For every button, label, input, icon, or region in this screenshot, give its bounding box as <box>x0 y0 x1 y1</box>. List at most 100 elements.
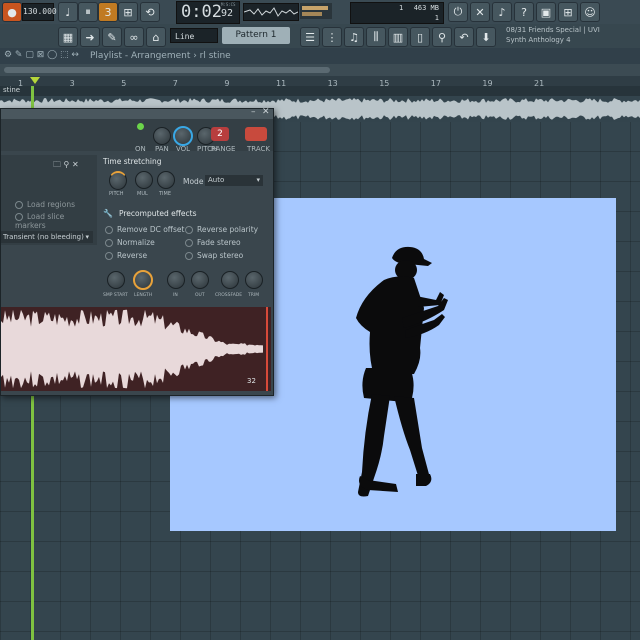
stretch-pitch-knob[interactable] <box>109 171 127 190</box>
normalize-checkbox[interactable]: Normalize <box>105 238 155 247</box>
pianoroll-icon: ♫ <box>349 30 359 44</box>
link-button[interactable]: ∞ <box>124 27 144 47</box>
sample-waveform-icon <box>1 307 268 391</box>
timeline-ruler[interactable]: 1 3 5 7 9 11 13 15 17 19 21 <box>0 64 640 88</box>
pattern-selector[interactable]: Pattern 1 <box>222 27 290 44</box>
stretch-mul-knob[interactable] <box>135 171 153 189</box>
hint-bar: 08/31 Friends Special | UVI Synth Anthol… <box>506 25 600 45</box>
mixer-track-selector[interactable] <box>245 127 267 141</box>
time-unit: M:S:CS <box>221 2 236 7</box>
master-volume-meter[interactable] <box>300 3 332 19</box>
undo-icon: ↶ <box>459 30 469 44</box>
horizontal-scrollbar[interactable] <box>0 64 640 76</box>
piano-icon: ▦ <box>62 30 74 44</box>
volume-knob[interactable] <box>173 126 193 146</box>
stepseq-icon: ⋮ <box>326 30 338 44</box>
pitch-range-value[interactable]: 2 <box>211 127 229 141</box>
step-edit-button[interactable]: ⊞ <box>118 2 138 22</box>
stretch-mode-select[interactable]: Auto ▾ <box>205 175 263 186</box>
track-label: TRACK <box>247 145 270 153</box>
download-button[interactable]: ⬇ <box>476 27 496 47</box>
stretch-time-knob[interactable] <box>157 171 175 189</box>
loop-record-button[interactable]: ⟲ <box>140 2 160 22</box>
remove-dc-offset-checkbox[interactable]: Remove DC offset <box>105 225 184 234</box>
trim-knob[interactable] <box>245 271 263 289</box>
on-led[interactable] <box>137 123 144 130</box>
chat-icon: ☺ <box>584 5 596 19</box>
midi-button[interactable]: ✕ <box>470 2 490 22</box>
time-display: 0:02 92 M:S:CS <box>176 1 240 24</box>
sample-waveform-display[interactable]: 32 <box>1 307 271 391</box>
power-icon: ⏻ <box>453 5 463 18</box>
grid-icon: ⊞ <box>563 5 573 19</box>
pencil-icon: ✎ <box>107 30 117 44</box>
chat-button[interactable]: ☺ <box>580 2 600 22</box>
help-button[interactable]: ? <box>514 2 534 22</box>
loop-icon: ⟲ <box>145 5 155 19</box>
arrow-button[interactable]: ➜ <box>80 27 100 47</box>
in-knob[interactable] <box>167 271 185 289</box>
plug-icon: ✕ <box>475 5 485 19</box>
out-knob[interactable] <box>191 271 209 289</box>
snap-select[interactable]: Line <box>170 28 218 43</box>
playlist-tools-icon[interactable]: ⚙ ✎ ▢ ⊠ ◯ ⬚ ↔ <box>4 50 79 60</box>
metronome-icon: ♩ <box>65 5 71 19</box>
crossfade-knob[interactable] <box>221 271 239 289</box>
save-button[interactable]: ▣ <box>536 2 556 22</box>
pianoroll-button[interactable]: ♫ <box>344 27 364 47</box>
length-knob[interactable] <box>133 270 153 290</box>
ram-readout: 463 MB <box>413 4 439 12</box>
playlist-button[interactable]: ☰ <box>300 27 320 47</box>
mic-icon: ♪ <box>498 5 506 19</box>
close-sample-icon[interactable]: ✕ <box>72 160 79 169</box>
snap-menu-button[interactable]: ▦ <box>58 27 78 47</box>
record-icon: ● <box>7 5 17 19</box>
folder-icon[interactable]: 🗀 <box>53 160 61 169</box>
main-toolbar: ● 130.000 ♩ ⏸ 3 ⊞ ⟲ 0:02 92 M:S:CS 463 M… <box>0 0 640 25</box>
chevron-down-icon: ▾ <box>85 233 89 241</box>
load-regions-checkbox[interactable]: Load regions <box>15 200 75 209</box>
fade-stereo-checkbox[interactable]: Fade stereo <box>185 238 241 247</box>
oscilloscope <box>243 3 299 21</box>
slicing-mode-select[interactable]: Transient (no bleeding) ▾ <box>1 231 93 243</box>
load-slice-markers-checkbox[interactable]: Load slice markers <box>15 212 97 230</box>
arrow-right-icon: ➜ <box>85 30 95 44</box>
stepseq-button[interactable]: ⋮ <box>322 27 342 47</box>
mixer-view-button[interactable]: ⫼ <box>366 27 386 47</box>
song-position-marker-icon[interactable] <box>30 77 40 84</box>
pan-knob[interactable] <box>153 127 171 145</box>
minimize-icon[interactable]: – <box>251 107 256 117</box>
browser-button[interactable]: ▯ <box>410 27 430 47</box>
reverse-polarity-checkbox[interactable]: Reverse polarity <box>185 225 258 234</box>
swap-stereo-checkbox[interactable]: Swap stereo <box>185 251 243 260</box>
mic-button[interactable]: ♪ <box>492 2 512 22</box>
time-stretching-title: Time stretching <box>103 157 162 166</box>
power-button[interactable]: ⏻ <box>448 2 468 22</box>
out-label: OUT <box>195 293 205 298</box>
cpu-ram-panel: 463 MB 1 1 <box>350 2 444 24</box>
time-main: 0:02 <box>181 2 222 22</box>
channel-settings-window[interactable]: – ✕ ON PAN VOL PITCH 2 RANGE TRACK 🗀 ⚲ ✕… <box>0 107 274 396</box>
metronome-button[interactable]: ♩ <box>58 2 78 22</box>
pencil-button[interactable]: ✎ <box>102 27 122 47</box>
stamp-button[interactable]: ⌂ <box>146 27 166 47</box>
close-icon[interactable]: ✕ <box>262 107 270 117</box>
sample-options-pane: 🗀 ⚲ ✕ Load regions Load slice markers Tr… <box>1 155 97 245</box>
record-button[interactable]: ● <box>2 2 22 22</box>
cpu-readout: 1 <box>399 4 404 12</box>
pin-icon[interactable]: ⚲ <box>64 160 70 169</box>
plugin-button[interactable]: ⚲ <box>432 27 452 47</box>
countdown-button[interactable]: 3 <box>98 2 118 22</box>
tempo-display[interactable]: 130.000 <box>22 3 57 21</box>
wait-button[interactable]: ⏸ <box>78 2 98 22</box>
precomputed-effects-section: 🔧 Precomputed effects Remove DC offset N… <box>101 207 271 303</box>
length-label: LENGTH <box>134 293 153 298</box>
playlist-title: Playlist - Arrangement › rl stine <box>90 51 231 61</box>
mixer-button[interactable]: ⊞ <box>558 2 578 22</box>
reverse-checkbox[interactable]: Reverse <box>105 251 147 260</box>
sample-start-knob[interactable] <box>107 271 125 289</box>
window-title-bar[interactable]: – ✕ <box>1 107 273 119</box>
undo-button[interactable]: ↶ <box>454 27 474 47</box>
secondary-toolbar: ▦ ➜ ✎ ∞ ⌂ Line Pattern 1 ☰ ⋮ ♫ ⫼ ▥ ▯ ⚲ ↶… <box>0 24 640 49</box>
channel-rack-button[interactable]: ▥ <box>388 27 408 47</box>
